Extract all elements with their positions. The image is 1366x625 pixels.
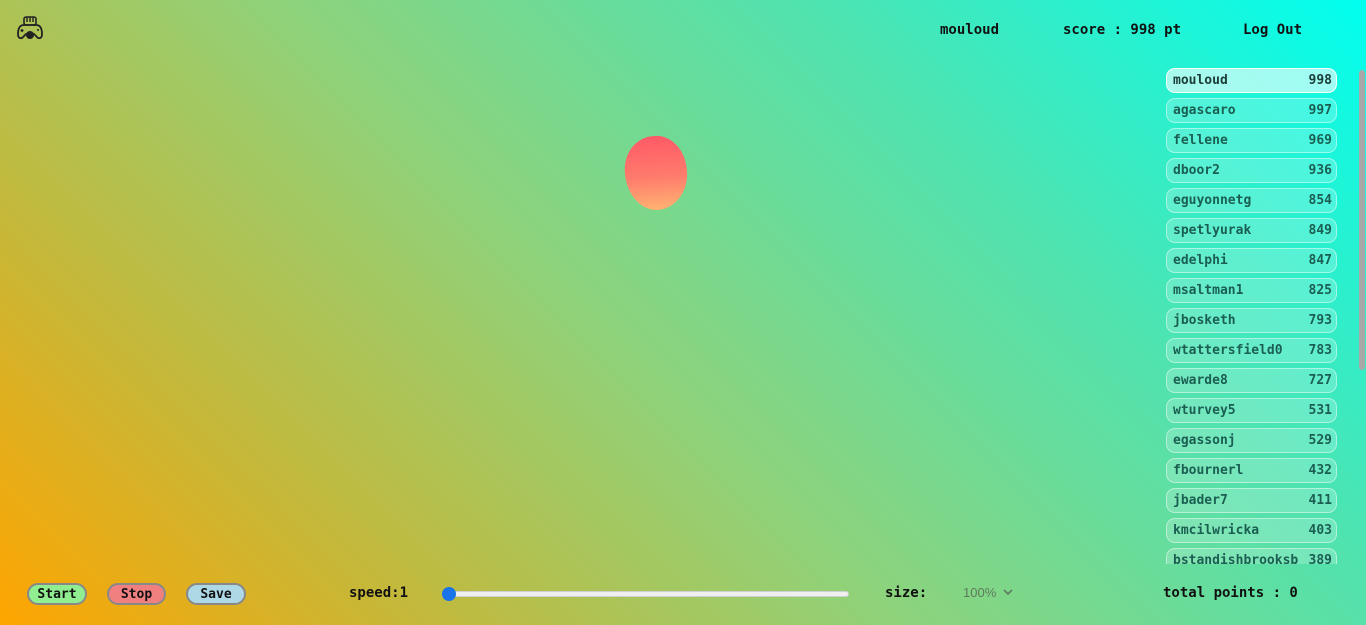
player-score: 998 — [1308, 73, 1332, 88]
player-score: 783 — [1308, 343, 1332, 358]
leaderboard-row[interactable]: kmcilwricka 403 — [1166, 518, 1337, 543]
player-name: fellene — [1173, 133, 1228, 148]
speed-slider-thumb[interactable] — [442, 587, 456, 601]
start-button[interactable]: Start — [27, 583, 87, 605]
player-score: 411 — [1308, 493, 1332, 508]
player-score: 969 — [1308, 133, 1332, 148]
player-score: 727 — [1308, 373, 1332, 388]
player-name: fbournerl — [1173, 463, 1244, 478]
player-name: wturvey5 — [1173, 403, 1236, 418]
player-score: 936 — [1308, 163, 1332, 178]
player-score: 854 — [1308, 193, 1332, 208]
leaderboard-row[interactable]: jbader7 411 — [1166, 488, 1337, 513]
player-name: bstandishbrooksb — [1173, 553, 1299, 564]
leaderboard-row[interactable]: fellene 969 — [1166, 128, 1337, 153]
player-name: agascaro — [1173, 103, 1236, 118]
logout-link[interactable]: Log Out — [1243, 22, 1302, 38]
leaderboard-row[interactable]: eguyonnetg 854 — [1166, 188, 1337, 213]
save-button[interactable]: Save — [186, 583, 246, 605]
leaderboard[interactable]: mouloud 998 agascaro 997 fellene 969 dboor2 936… — [1160, 64, 1358, 564]
speed-label: speed:1 — [349, 585, 409, 601]
gamepad-icon[interactable] — [15, 14, 45, 44]
player-name: kmcilwricka — [1173, 523, 1260, 538]
leaderboard-row[interactable]: fbournerl 432 — [1166, 458, 1337, 483]
player-name: egassonj — [1173, 433, 1236, 448]
leaderboard-row[interactable]: spetlyurak 849 — [1166, 218, 1337, 243]
player-name: msaltman1 — [1173, 283, 1244, 298]
player-score: 997 — [1308, 103, 1332, 118]
player-score: 847 — [1308, 253, 1332, 268]
player-name: eguyonnetg — [1173, 193, 1252, 208]
leaderboard-row[interactable]: dboor2 936 — [1166, 158, 1337, 183]
leaderboard-row[interactable]: msaltman1 825 — [1166, 278, 1337, 303]
player-name: mouloud — [1173, 73, 1228, 88]
player-name: dboor2 — [1173, 163, 1220, 178]
chevron-down-icon[interactable] — [1002, 586, 1014, 598]
stop-button[interactable]: Stop — [107, 583, 166, 605]
player-score: 793 — [1308, 313, 1332, 328]
leaderboard-row[interactable]: egassonj 529 — [1166, 428, 1337, 453]
player-name: edelphi — [1173, 253, 1228, 268]
total-points-label: total points : 0 — [1163, 585, 1298, 601]
player-score: 531 — [1308, 403, 1332, 418]
player-name: jbosketh — [1173, 313, 1236, 328]
leaderboard-row[interactable]: mouloud 998 — [1166, 68, 1337, 93]
leaderboard-row[interactable]: wtattersfield0 783 — [1166, 338, 1337, 363]
player-name: ewarde8 — [1173, 373, 1228, 388]
game-blob[interactable] — [622, 133, 690, 213]
leaderboard-row[interactable]: ewarde8 727 — [1166, 368, 1337, 393]
leaderboard-row[interactable]: wturvey5 531 — [1166, 398, 1337, 423]
size-select[interactable]: 100% — [963, 585, 996, 600]
scrollbar-thumb[interactable] — [1359, 70, 1365, 370]
player-score: 825 — [1308, 283, 1332, 298]
score-label: score : 998 pt — [1063, 22, 1182, 38]
size-label: size: — [885, 585, 928, 601]
player-name: jbader7 — [1173, 493, 1228, 508]
speed-slider[interactable] — [449, 591, 849, 597]
player-score: 403 — [1308, 523, 1332, 538]
player-score: 432 — [1308, 463, 1332, 478]
username-label: mouloud — [940, 22, 1000, 38]
leaderboard-row[interactable]: edelphi 847 — [1166, 248, 1337, 273]
player-score: 849 — [1308, 223, 1332, 238]
player-score: 389 — [1308, 553, 1332, 564]
leaderboard-row[interactable]: jbosketh 793 — [1166, 308, 1337, 333]
player-name: spetlyurak — [1173, 223, 1252, 238]
player-name: wtattersfield0 — [1173, 343, 1283, 358]
player-score: 529 — [1308, 433, 1332, 448]
leaderboard-row[interactable]: agascaro 997 — [1166, 98, 1337, 123]
leaderboard-row[interactable]: bstandishbrooksb 389 — [1166, 548, 1337, 564]
